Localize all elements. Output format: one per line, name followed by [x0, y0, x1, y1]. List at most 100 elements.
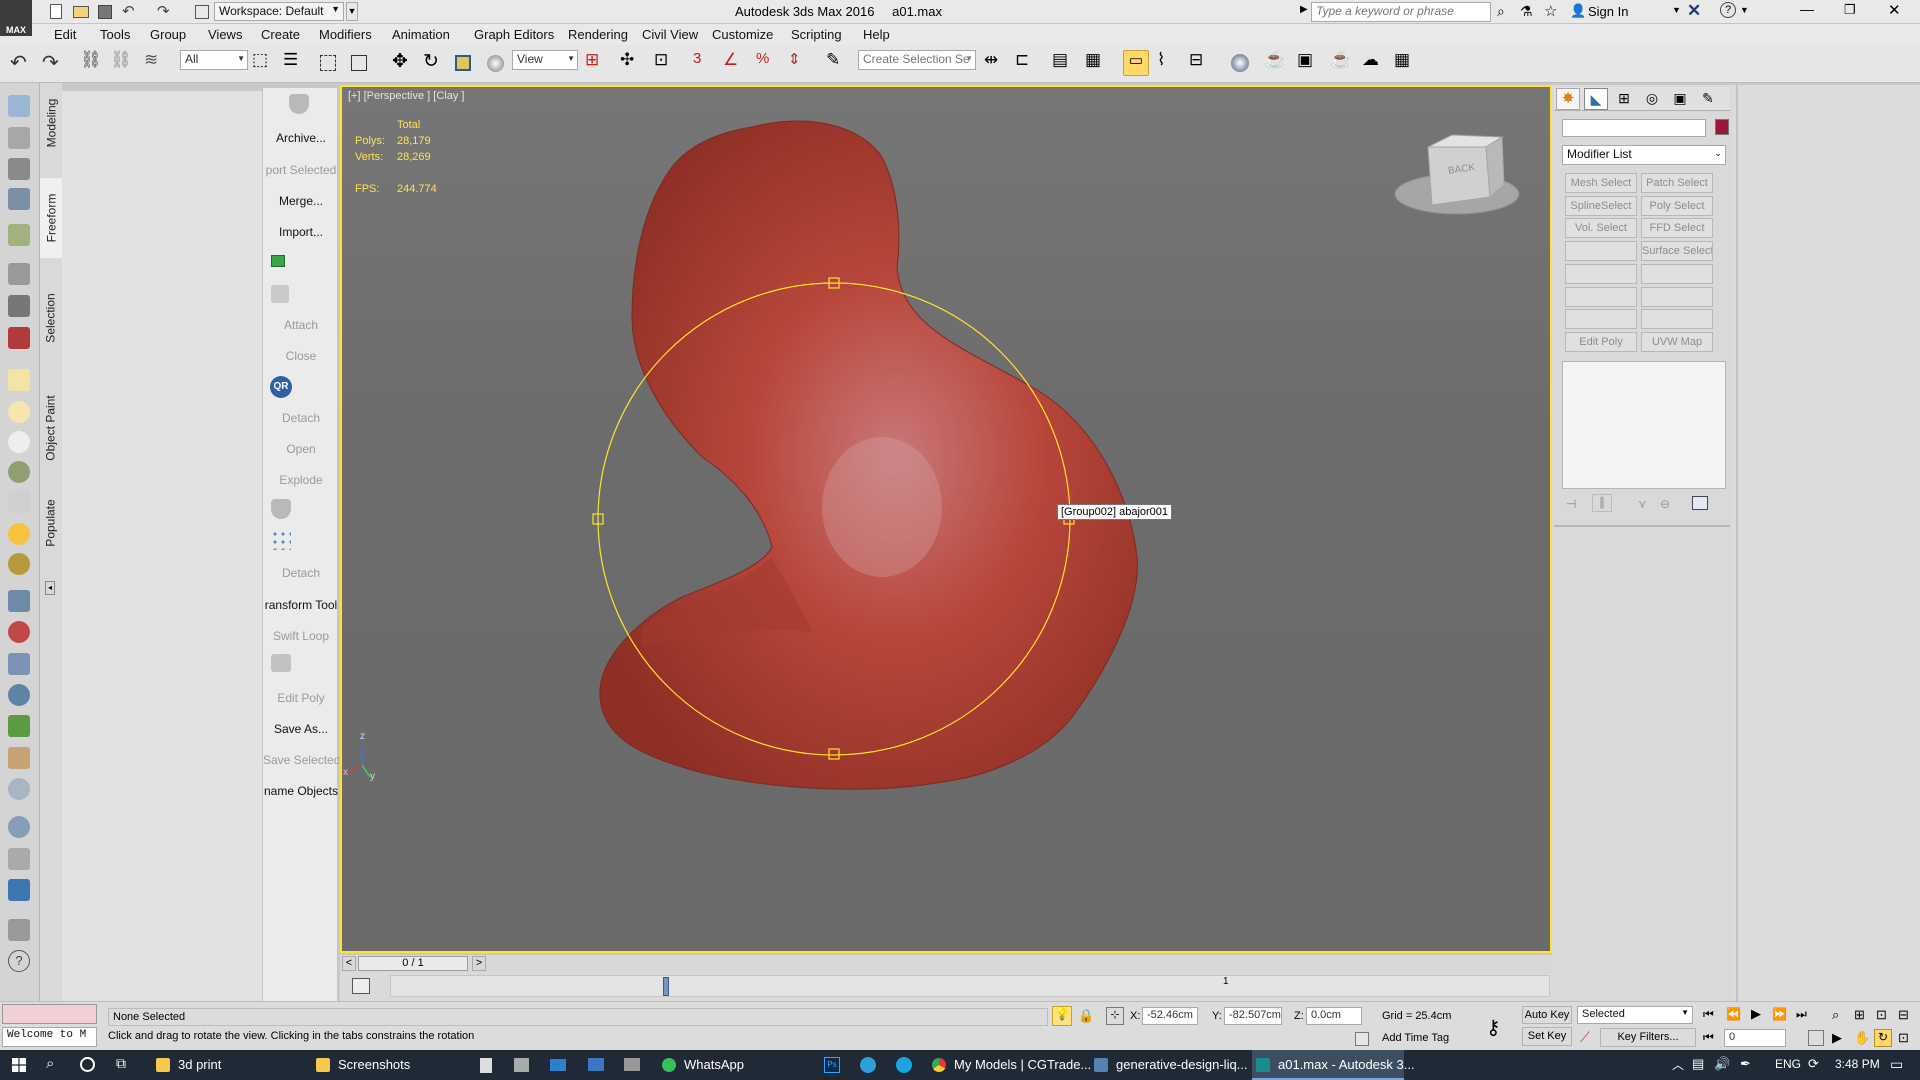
- modifier-button[interactable]: [1565, 286, 1637, 307]
- tab-freeform[interactable]: Freeform: [40, 178, 62, 258]
- field-of-view-icon[interactable]: ▶: [1832, 1030, 1842, 1046]
- time-slider-prev-button[interactable]: <: [342, 956, 356, 971]
- modifier-button[interactable]: Vol. Select: [1565, 218, 1637, 239]
- perspective-viewport[interactable]: [+] [Perspective ] [Clay ] Total Polys: …: [340, 85, 1552, 953]
- skype-icon[interactable]: [896, 1057, 912, 1073]
- menu-graph-editors[interactable]: Graph Editors: [474, 27, 554, 42]
- modify-tab-icon[interactable]: ◣: [1584, 88, 1608, 110]
- menu-customize[interactable]: Customize: [712, 27, 773, 42]
- taskbar-item-generative-design[interactable]: generative-design-liq...: [1090, 1050, 1250, 1080]
- edit-poly-button[interactable]: Edit Poly: [263, 691, 339, 705]
- torus-icon[interactable]: [8, 461, 30, 483]
- previous-frame-icon[interactable]: ⏪: [1726, 1007, 1741, 1021]
- plane-primitive-icon[interactable]: [8, 369, 30, 391]
- windows-start-icon[interactable]: [12, 1058, 26, 1072]
- time-configuration-icon[interactable]: [1808, 1030, 1824, 1046]
- zoom-all-icon[interactable]: ⊞: [1854, 1007, 1865, 1023]
- archive-button[interactable]: Archive...: [263, 131, 339, 145]
- go-to-end-icon[interactable]: ⏭: [1796, 1007, 1807, 1022]
- chevron-down-icon[interactable]: ▼: [1740, 5, 1749, 15]
- save-as-button[interactable]: Save As...: [263, 722, 339, 736]
- percent-snap-icon[interactable]: %: [756, 50, 782, 76]
- help-icon[interactable]: ?: [1720, 2, 1736, 18]
- key-icon[interactable]: ⚷: [1486, 1015, 1501, 1040]
- add-time-tag-button[interactable]: Add Time Tag: [1382, 1032, 1449, 1044]
- undo-icon[interactable]: ↶: [122, 2, 135, 20]
- add-time-tag-icon[interactable]: [1355, 1032, 1369, 1046]
- show-hidden-icons-icon[interactable]: ︿: [1672, 1056, 1684, 1073]
- toggle-ribbon-icon[interactable]: ▭: [1123, 50, 1149, 76]
- character-studio-icon[interactable]: [8, 295, 30, 317]
- ellipse-icon[interactable]: [8, 401, 30, 423]
- app-logo[interactable]: MAX: [0, 0, 32, 36]
- new-file-icon[interactable]: [50, 4, 62, 19]
- key-mode-toggle-icon[interactable]: ⏮: [1703, 1030, 1714, 1045]
- menu-animation[interactable]: Animation: [392, 27, 450, 42]
- x-coord-input[interactable]: -52.46cm: [1142, 1007, 1198, 1025]
- explode-button[interactable]: Explode: [263, 473, 339, 487]
- track-bar[interactable]: 1: [340, 973, 1552, 1001]
- schematic-view-icon[interactable]: ⊟: [1189, 50, 1215, 76]
- search-input[interactable]: Type a keyword or phrase: [1311, 2, 1491, 22]
- viewcube-back-face[interactable]: [1427, 146, 1491, 206]
- cone-icon[interactable]: [8, 491, 30, 513]
- window-crossing-icon[interactable]: [346, 50, 372, 76]
- save-icon[interactable]: [98, 5, 112, 19]
- remove-modifier-icon[interactable]: ⊖: [1660, 497, 1670, 511]
- detach-button-2[interactable]: Detach: [263, 566, 339, 580]
- open-button[interactable]: Open: [263, 442, 339, 456]
- tab-selection[interactable]: Selection: [40, 273, 62, 363]
- select-manipulate-icon[interactable]: ✣: [620, 50, 646, 76]
- utilities-tab-icon[interactable]: ✎: [1696, 88, 1720, 110]
- cloth-icon[interactable]: [8, 778, 30, 800]
- restore-button[interactable]: ❐: [1844, 2, 1856, 18]
- menu-help[interactable]: Help: [863, 27, 890, 42]
- display-tab-icon[interactable]: ▣: [1668, 88, 1692, 110]
- modifier-stack[interactable]: [1562, 361, 1726, 489]
- attach-button[interactable]: Attach: [263, 318, 339, 332]
- grid-helper-icon[interactable]: [8, 590, 30, 612]
- exchange-x-icon[interactable]: ✕: [1687, 1, 1701, 21]
- qr-icon[interactable]: QR: [270, 376, 292, 398]
- layer-manager-icon[interactable]: [8, 158, 30, 180]
- modifier-button[interactable]: [1565, 309, 1637, 330]
- modifier-button[interactable]: UVW Map: [1641, 331, 1713, 352]
- maxscript-mini-listener[interactable]: Welcome to M: [2, 1027, 97, 1047]
- go-to-start-icon[interactable]: ⏮: [1703, 1007, 1714, 1022]
- default-tangents-icon[interactable]: ⟋: [1580, 1029, 1590, 1046]
- taskbar-item-whatsapp[interactable]: WhatsApp: [658, 1050, 788, 1080]
- green-image-icon[interactable]: [271, 255, 285, 267]
- create-tab-icon[interactable]: ✸: [1556, 88, 1580, 110]
- detach-button[interactable]: Detach: [263, 411, 339, 425]
- absolute-mode-icon[interactable]: ⊹: [1106, 1007, 1124, 1025]
- maximize-viewport-icon[interactable]: ⊡: [1898, 1030, 1909, 1046]
- transform-tool-button[interactable]: ransform Tool: [263, 598, 339, 612]
- modifier-button[interactable]: SplineSelect: [1565, 195, 1637, 216]
- tab-object-paint[interactable]: Object Paint: [40, 378, 62, 478]
- biped-icon[interactable]: [8, 263, 30, 285]
- rectangular-selection-icon[interactable]: [315, 50, 341, 76]
- import-button[interactable]: Import...: [263, 225, 339, 239]
- telegram-icon[interactable]: [860, 1057, 876, 1073]
- pan-view-icon[interactable]: ✋: [1854, 1030, 1870, 1046]
- asset-tracking-icon[interactable]: [8, 224, 30, 246]
- hair-icon[interactable]: [8, 747, 30, 769]
- tab-populate[interactable]: Populate: [40, 473, 62, 573]
- selection-filter-dropdown[interactable]: All ▼: [180, 50, 248, 70]
- keyboard-shortcut-override-icon[interactable]: ⊡: [654, 50, 680, 76]
- export-selected-button[interactable]: port Selected: [263, 163, 339, 177]
- pivot-center-icon[interactable]: ⊞: [585, 50, 611, 76]
- clock[interactable]: 3:48 PM: [1835, 1057, 1880, 1071]
- modifier-button[interactable]: [1565, 263, 1637, 284]
- scale-icon[interactable]: [450, 50, 476, 76]
- modifier-button[interactable]: Patch Select: [1641, 173, 1713, 193]
- material-editor-icon[interactable]: [1227, 50, 1253, 76]
- tab-modeling[interactable]: Modeling: [40, 83, 62, 163]
- crowd-icon[interactable]: [8, 327, 30, 349]
- minimize-button[interactable]: —: [1800, 1, 1814, 17]
- modifier-button[interactable]: Mesh Select: [1565, 173, 1637, 193]
- spinner-snap-icon[interactable]: ⇕: [788, 50, 814, 76]
- configure-modifier-sets-icon[interactable]: [1692, 496, 1708, 510]
- current-frame-input[interactable]: 0: [1724, 1029, 1786, 1047]
- z-coord-input[interactable]: 0.0cm: [1306, 1007, 1362, 1025]
